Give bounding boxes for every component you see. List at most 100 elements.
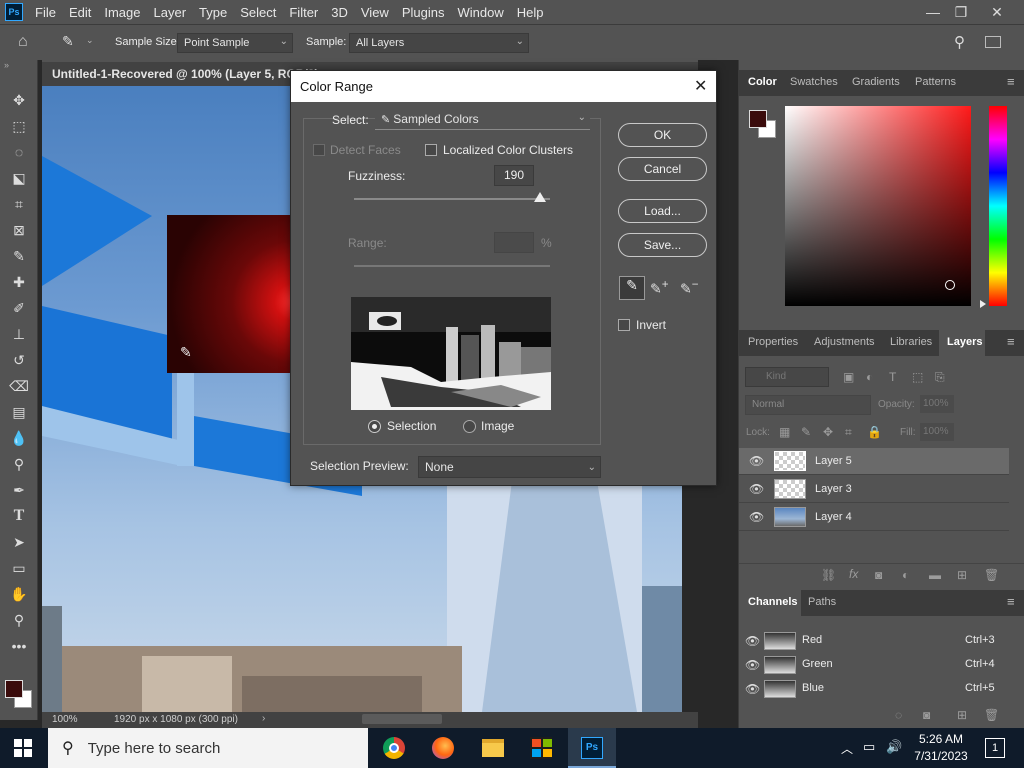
layer-name[interactable]: Layer 4 xyxy=(815,511,852,523)
eyedropper-icon[interactable]: ✎ xyxy=(62,33,82,53)
windows-start-icon[interactable] xyxy=(14,739,32,757)
image-radio[interactable] xyxy=(463,420,476,433)
eye-icon[interactable]: 👁 xyxy=(749,482,764,496)
fuzziness-slider-thumb[interactable] xyxy=(534,192,547,202)
color-picker-marker[interactable] xyxy=(945,280,955,290)
firefox-icon[interactable] xyxy=(432,737,454,759)
document-tab-title[interactable]: Untitled-1-Recovered @ 100% (Layer 5, RG… xyxy=(52,67,318,81)
menu-filter[interactable]: Filter xyxy=(289,5,318,20)
eye-icon[interactable]: 👁 xyxy=(745,682,760,696)
menu-edit[interactable]: Edit xyxy=(69,5,91,20)
adjustment-filter-icon[interactable]: ◐ xyxy=(866,370,873,384)
tab-paths[interactable]: Paths xyxy=(808,596,836,608)
add-mask-icon[interactable]: ◙ xyxy=(875,568,882,582)
dodge-tool-icon[interactable]: ⚲ xyxy=(9,454,29,474)
panel-menu-icon[interactable]: ≡ xyxy=(1007,594,1015,609)
tab-layers[interactable]: Layers xyxy=(947,336,982,348)
layer-filter-kind[interactable]: Kind xyxy=(745,367,829,387)
layer-name[interactable]: Layer 3 xyxy=(815,483,852,495)
sample-select[interactable]: All Layers ⌄ xyxy=(349,33,529,53)
panel-menu-icon[interactable]: ≡ xyxy=(1007,74,1015,89)
new-channel-icon[interactable]: ⊞ xyxy=(957,708,967,722)
chrome-icon[interactable] xyxy=(383,737,405,759)
image-filter-icon[interactable]: ▣ xyxy=(843,370,854,384)
clock-time[interactable]: 5:26 AM xyxy=(913,732,969,746)
rectangle-tool-icon[interactable]: ▭ xyxy=(9,558,29,578)
eye-icon[interactable]: 👁 xyxy=(745,634,760,648)
sample-size-select[interactable]: Point Sample ⌄ xyxy=(177,33,293,53)
collapse-icon[interactable]: » xyxy=(4,60,9,70)
select-dropdown[interactable]: ✎ Sampled Colors ⌄ xyxy=(375,110,590,130)
store-icon[interactable] xyxy=(530,737,552,759)
stamp-tool-icon[interactable]: ⊥ xyxy=(9,324,29,344)
color-field[interactable] xyxy=(785,106,971,306)
link-layers-icon[interactable]: ⛓ xyxy=(821,568,836,582)
tab-adjustments[interactable]: Adjustments xyxy=(814,336,875,348)
selection-preview-image[interactable] xyxy=(351,297,551,410)
chevron-right-icon[interactable]: › xyxy=(262,713,265,724)
add-to-sample-icon[interactable]: ✎+ xyxy=(650,278,672,300)
delete-layer-icon[interactable]: 🗑 xyxy=(984,568,999,582)
layer-style-icon[interactable]: fx xyxy=(849,567,858,581)
menu-layer[interactable]: Layer xyxy=(154,5,187,20)
type-tool-icon[interactable]: T xyxy=(9,506,29,526)
network-icon[interactable]: ▭ xyxy=(863,739,875,755)
load-button[interactable]: Load... xyxy=(618,199,707,223)
subtract-from-sample-icon[interactable]: ✎− xyxy=(680,278,704,300)
volume-icon[interactable]: 🔊 xyxy=(886,739,902,755)
channel-row[interactable]: 👁 Green Ctrl+4 xyxy=(739,653,1009,677)
eraser-tool-icon[interactable]: ⌫ xyxy=(9,376,29,396)
object-select-tool-icon[interactable]: ⬕ xyxy=(9,168,29,188)
selection-preview-select[interactable]: None ⌄ xyxy=(418,456,601,478)
horizontal-scrollbar[interactable] xyxy=(362,714,442,724)
path-select-icon[interactable]: ➤ xyxy=(9,532,29,552)
new-group-icon[interactable]: ▬ xyxy=(929,568,941,582)
menu-window[interactable]: Window xyxy=(457,5,503,20)
eyedropper-icon[interactable]: ✎ xyxy=(619,276,645,300)
lock-artboard-icon[interactable]: ⌗ xyxy=(845,425,852,440)
localized-clusters-checkbox[interactable] xyxy=(425,144,437,156)
tab-gradients[interactable]: Gradients xyxy=(852,76,900,88)
type-filter-icon[interactable]: T xyxy=(889,370,896,384)
zoom-tool-icon[interactable]: ⚲ xyxy=(9,610,29,630)
close-window-button[interactable]: ✕ xyxy=(980,0,1014,24)
menu-plugins[interactable]: Plugins xyxy=(402,5,445,20)
more-tools-icon[interactable]: ••• xyxy=(9,636,29,656)
hand-tool-icon[interactable]: ✋ xyxy=(9,584,29,604)
save-selection-icon[interactable]: ◙ xyxy=(923,708,930,722)
history-brush-icon[interactable]: ↺ xyxy=(9,350,29,370)
opacity-input[interactable]: 100% xyxy=(920,395,954,413)
tab-libraries[interactable]: Libraries xyxy=(890,336,932,348)
layer-row[interactable]: 👁 Layer 5 xyxy=(739,448,1009,475)
blend-mode-select[interactable]: Normal xyxy=(745,395,871,415)
color-panel-foreground[interactable] xyxy=(749,110,767,128)
tab-patterns[interactable]: Patterns xyxy=(915,76,956,88)
adjustment-layer-icon[interactable]: ◐ xyxy=(902,568,909,582)
layer-row[interactable]: 👁 Layer 4 xyxy=(739,504,1009,531)
lock-position-icon[interactable]: ✥ xyxy=(823,425,833,439)
menu-3d[interactable]: 3D xyxy=(331,5,348,20)
menu-help[interactable]: Help xyxy=(517,5,544,20)
save-button[interactable]: Save... xyxy=(618,233,707,257)
dialog-close-icon[interactable]: ✕ xyxy=(694,76,707,96)
chevron-up-icon[interactable]: ︿ xyxy=(841,740,853,757)
brush-tool-icon[interactable]: ✐ xyxy=(9,298,29,318)
lock-pixels-icon[interactable]: ✎ xyxy=(801,425,811,439)
shape-filter-icon[interactable]: ⬚ xyxy=(912,370,923,384)
ok-button[interactable]: OK xyxy=(618,123,707,147)
pen-tool-icon[interactable]: ✒ xyxy=(9,480,29,500)
menu-type[interactable]: Type xyxy=(199,5,227,20)
hue-slider-thumb[interactable] xyxy=(980,300,986,308)
restore-button[interactable]: ❐ xyxy=(944,0,978,24)
foreground-color-swatch[interactable] xyxy=(5,680,23,698)
notification-center-icon[interactable]: 1 xyxy=(985,738,1005,758)
file-explorer-icon[interactable] xyxy=(482,739,504,757)
eyedropper-tool-icon[interactable]: ✎ xyxy=(9,246,29,266)
crop-tool-icon[interactable]: ⌗ xyxy=(9,194,29,214)
delete-channel-icon[interactable]: 🗑 xyxy=(984,708,999,722)
new-layer-icon[interactable]: ⊞ xyxy=(957,568,967,582)
menu-image[interactable]: Image xyxy=(104,5,140,20)
eye-icon[interactable]: 👁 xyxy=(749,454,764,468)
fuzziness-slider-track[interactable] xyxy=(354,198,550,200)
invert-checkbox[interactable] xyxy=(618,319,630,331)
